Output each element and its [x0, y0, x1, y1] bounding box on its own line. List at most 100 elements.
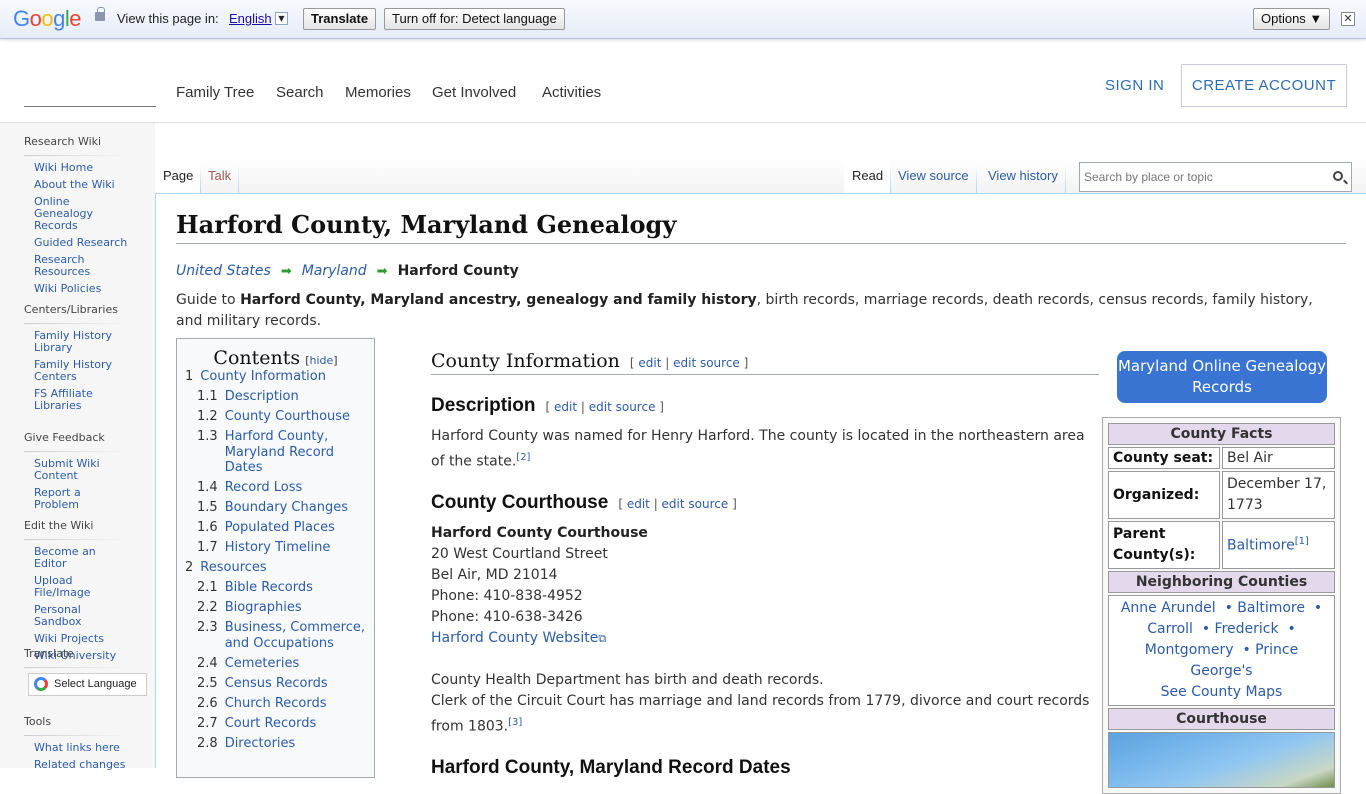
breadcrumb-united-states[interactable]: United States: [176, 263, 271, 279]
courthouse-website-link[interactable]: Harford County Website: [431, 630, 598, 646]
reference-link[interactable]: [2]: [516, 452, 530, 463]
toc-label[interactable]: Resources: [200, 560, 266, 576]
nav-search[interactable]: Search: [276, 84, 324, 101]
sidebar-link[interactable]: What links here: [34, 742, 129, 754]
edit-link[interactable]: edit: [638, 356, 661, 370]
dropdown-arrow-icon[interactable]: ▼: [275, 12, 288, 25]
edit-source-link[interactable]: edit source: [673, 356, 740, 370]
sidebar-link[interactable]: Wiki Policies: [34, 283, 129, 295]
toc-item[interactable]: 1.7 History Timeline: [185, 540, 366, 556]
search-input[interactable]: Search by place or topic: [1079, 162, 1352, 192]
toc-label[interactable]: Business, Commerce, and Occupations: [225, 620, 366, 651]
sidebar-link[interactable]: Wiki Projects: [34, 633, 129, 645]
toc-item[interactable]: 2.8 Directories: [185, 736, 366, 752]
toc-item[interactable]: 2.6 Church Records: [185, 696, 366, 712]
toc-item[interactable]: 1.2 County Courthouse: [185, 409, 366, 425]
toc-label[interactable]: Bible Records: [225, 580, 313, 596]
toc-title: Contents: [213, 347, 301, 369]
section-edit-links: [ edit | edit source ]: [618, 496, 737, 511]
toc-label[interactable]: Census Records: [225, 676, 328, 692]
toc-item[interactable]: 1.5 Boundary Changes: [185, 500, 366, 516]
toc-item[interactable]: 2.1 Bible Records: [185, 580, 366, 596]
nav-family-tree[interactable]: Family Tree: [176, 84, 254, 101]
sidebar-link[interactable]: Wiki Home: [34, 162, 129, 174]
sidebar-link[interactable]: Upload File/Image: [34, 575, 129, 599]
toc-label[interactable]: Directories: [225, 736, 296, 752]
toc-label[interactable]: Harford County, Maryland Record Dates: [225, 429, 366, 476]
see-county-maps-link[interactable]: See County Maps: [1161, 684, 1283, 700]
tab-read[interactable]: Read: [844, 159, 892, 193]
tab-page[interactable]: Page: [155, 159, 202, 193]
edit-link[interactable]: edit: [627, 497, 650, 511]
toc-label[interactable]: Court Records: [225, 716, 317, 732]
translate-button[interactable]: Translate: [303, 8, 377, 30]
language-select[interactable]: English: [229, 11, 272, 26]
edit-link[interactable]: edit: [554, 400, 577, 414]
create-account-button[interactable]: CREATE ACCOUNT: [1181, 64, 1347, 107]
maryland-online-records-button[interactable]: Maryland Online Genealogy Records: [1117, 351, 1327, 403]
tab-talk[interactable]: Talk: [200, 159, 240, 193]
toc-label[interactable]: County Information: [200, 369, 326, 385]
sidebar-link[interactable]: Guided Research: [34, 237, 129, 249]
toc-label[interactable]: Church Records: [225, 696, 327, 712]
breadcrumb: United States ➡ Maryland ➡ Harford County: [176, 263, 519, 279]
lock-icon: [95, 7, 105, 21]
neighbor-county-link[interactable]: Anne Arundel: [1121, 600, 1216, 616]
tab-view-source[interactable]: View source: [890, 159, 977, 193]
toc-label[interactable]: Boundary Changes: [225, 500, 348, 516]
toc-label[interactable]: Biographies: [225, 600, 302, 616]
toc-label[interactable]: History Timeline: [225, 540, 331, 556]
close-icon[interactable]: ✕: [1341, 12, 1355, 26]
select-language-widget[interactable]: Select Language: [28, 673, 147, 696]
reference-link[interactable]: [3]: [508, 717, 522, 728]
sidebar-link[interactable]: Personal Sandbox: [34, 604, 129, 628]
edit-source-link[interactable]: edit source: [589, 400, 656, 414]
sidebar-link[interactable]: Become an Editor: [34, 546, 129, 570]
section-heading: County Information: [431, 350, 620, 372]
toc-label[interactable]: Cemeteries: [225, 656, 300, 672]
sidebar-link[interactable]: Submit Wiki Content: [34, 458, 129, 482]
search-icon[interactable]: [1333, 171, 1343, 181]
sidebar-link[interactable]: Family History Centers: [34, 359, 129, 383]
reference-link[interactable]: [1]: [1295, 536, 1309, 547]
neighbor-county-link[interactable]: Montgomery: [1145, 642, 1234, 658]
toc-item[interactable]: 2.7 Court Records: [185, 716, 366, 732]
toc-item[interactable]: 2.2 Biographies: [185, 600, 366, 616]
toc-label[interactable]: Description: [225, 389, 299, 405]
toc-label[interactable]: Record Loss: [225, 480, 303, 496]
toc-label[interactable]: County Courthouse: [225, 409, 350, 425]
sidebar-link[interactable]: Family History Library: [34, 330, 129, 354]
parent-county-link[interactable]: Baltimore: [1227, 538, 1295, 554]
toc-item[interactable]: 1.6 Populated Places: [185, 520, 366, 536]
toc-item[interactable]: 2 Resources: [185, 560, 366, 576]
toc-item[interactable]: 1.3 Harford County, Maryland Record Dates: [185, 429, 366, 476]
toc-item[interactable]: 1 County Information: [185, 369, 366, 385]
neighbor-county-link[interactable]: Baltimore: [1237, 600, 1305, 616]
sidebar-link[interactable]: Related changes: [34, 759, 129, 771]
sidebar-link[interactable]: Report a Problem: [34, 487, 129, 511]
neighbor-county-link[interactable]: Frederick: [1215, 621, 1279, 637]
toc-item[interactable]: 1.4 Record Loss: [185, 480, 366, 496]
sidebar-link[interactable]: About the Wiki: [34, 179, 129, 191]
toc-hide-link[interactable]: hide: [310, 354, 334, 367]
toc-item[interactable]: 2.5 Census Records: [185, 676, 366, 692]
neighbor-county-link[interactable]: Carroll: [1147, 621, 1193, 637]
sidebar-link[interactable]: Online Genealogy Records: [34, 196, 129, 232]
edit-source-link[interactable]: edit source: [662, 497, 729, 511]
breadcrumb-maryland[interactable]: Maryland: [302, 263, 367, 279]
tab-view-history[interactable]: View history: [980, 159, 1066, 193]
sign-in-link[interactable]: SIGN IN: [1105, 77, 1164, 94]
toc-label[interactable]: Populated Places: [225, 520, 335, 536]
sidebar-link[interactable]: Research Resources: [34, 254, 129, 278]
toc-item[interactable]: 1.1 Description: [185, 389, 366, 405]
toc-hide-toggle[interactable]: [hide]: [305, 354, 337, 367]
nav-get-involved[interactable]: Get Involved: [432, 84, 516, 101]
sidebar-link[interactable]: FS Affiliate Libraries: [34, 388, 129, 412]
options-button[interactable]: Options ▼: [1253, 8, 1331, 30]
turn-off-button[interactable]: Turn off for: Detect language: [384, 8, 565, 30]
nav-memories[interactable]: Memories: [345, 84, 411, 101]
toc-item[interactable]: 2.4 Cemeteries: [185, 656, 366, 672]
nav-activities[interactable]: Activities: [542, 84, 601, 101]
toc-item[interactable]: 2.3 Business, Commerce, and Occupations: [185, 620, 366, 651]
sidebar-heading: Centers/Libraries: [24, 303, 126, 324]
